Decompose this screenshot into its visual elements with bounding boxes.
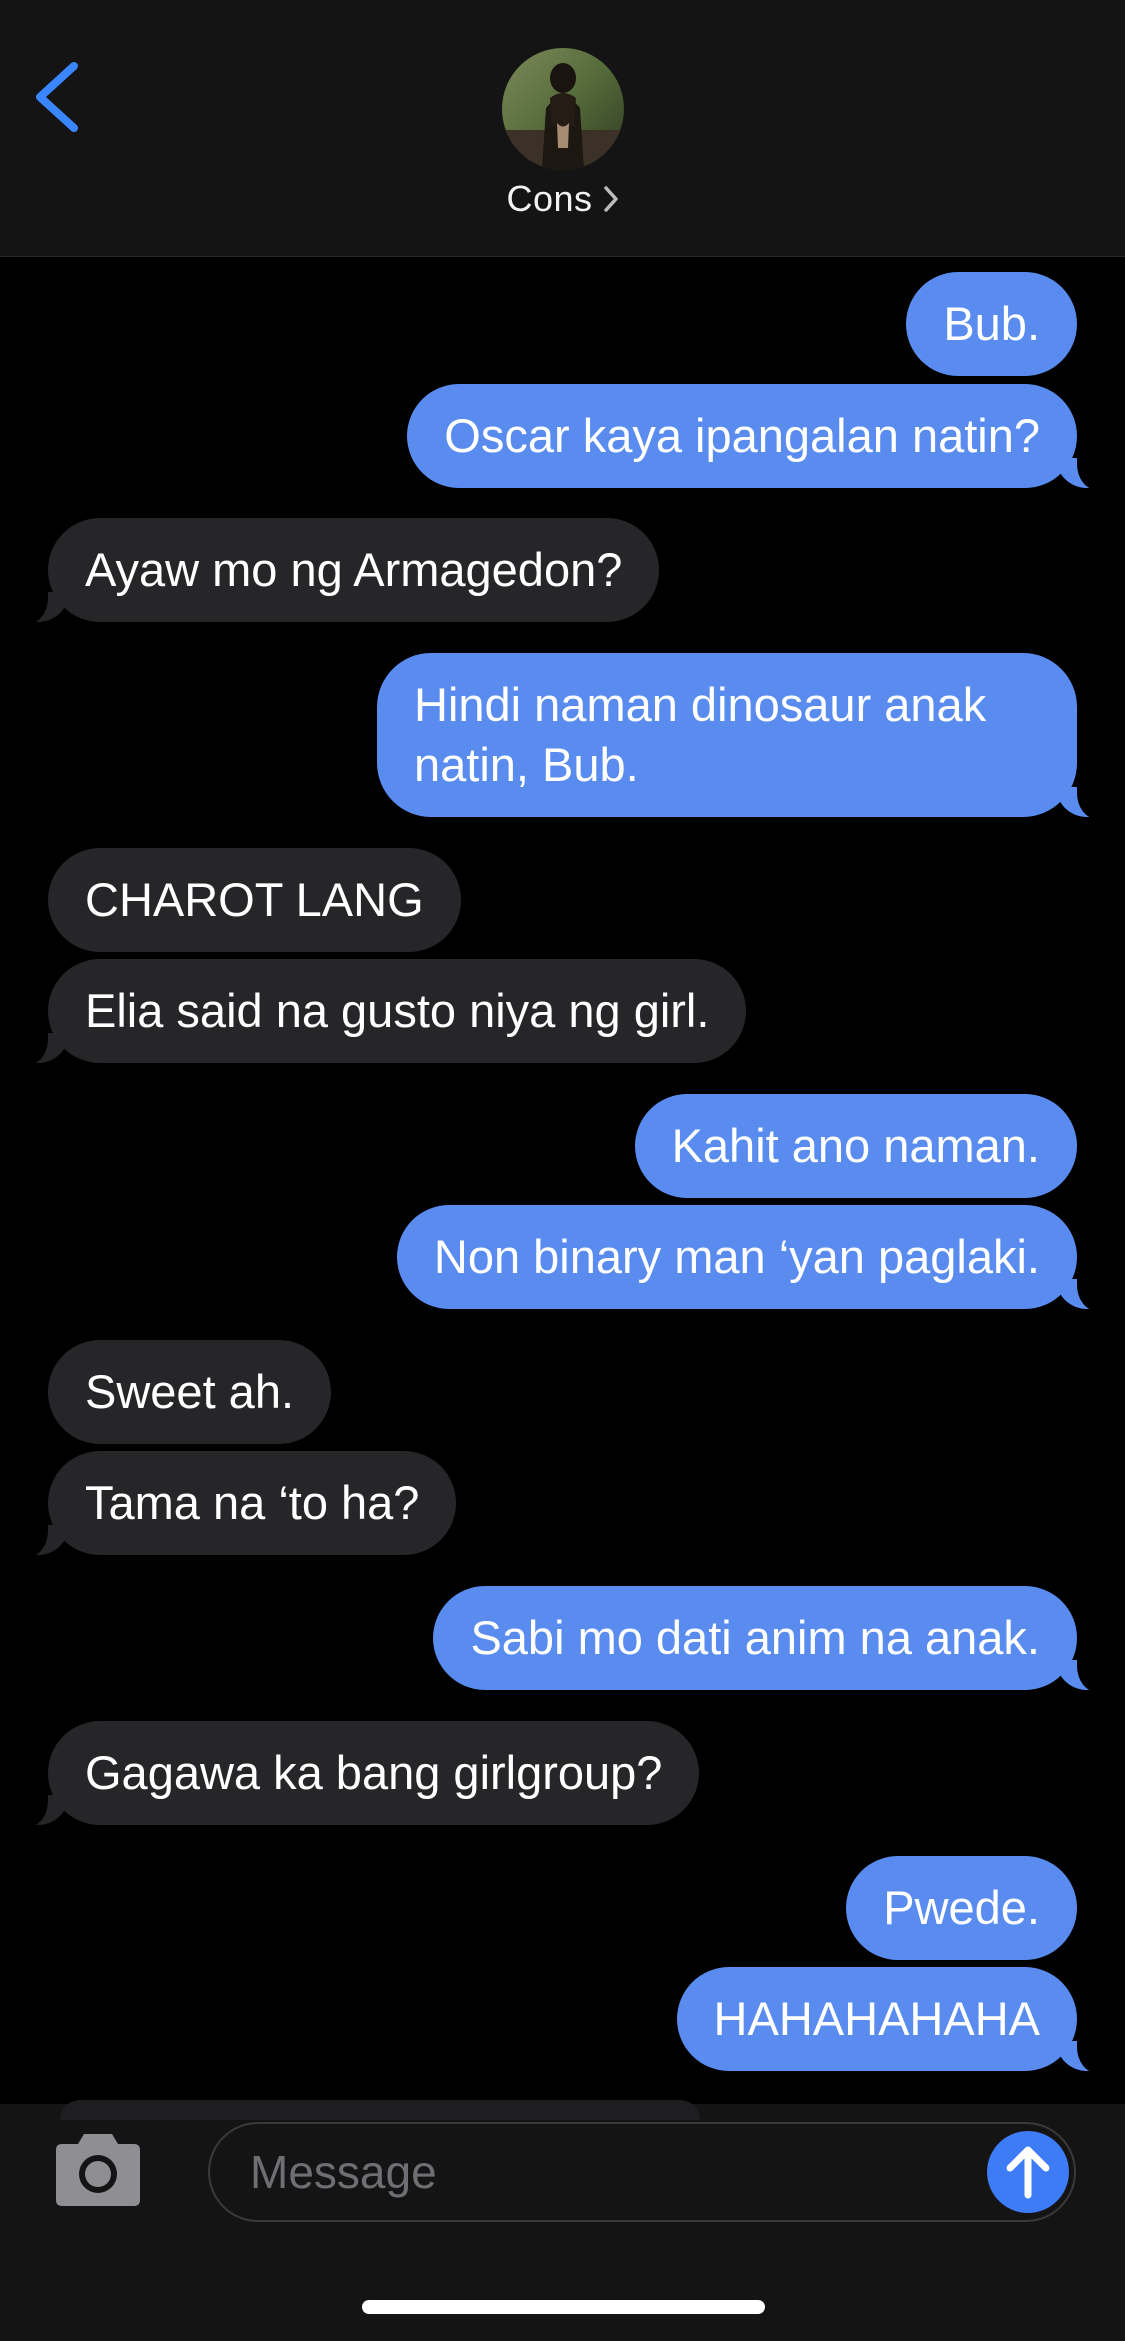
message-bubble-sent[interactable]: Bub. — [906, 272, 1077, 376]
send-button[interactable] — [987, 2131, 1069, 2213]
home-indicator[interactable] — [362, 2300, 765, 2314]
message-bubble-sent[interactable]: Oscar kaya ipangalan natin? — [407, 384, 1113, 490]
message-bubble-received[interactable]: Ayaw mo ng Armagedon? — [11, 518, 660, 624]
message-bubble-received[interactable]: Tama na ‘to ha? — [11, 1451, 457, 1557]
message-bubble-sent[interactable]: Kahit ano naman. — [634, 1094, 1077, 1198]
chevron-right-icon — [603, 180, 619, 222]
message-bubble-received[interactable]: Sweet ah. — [48, 1340, 332, 1444]
message-thread[interactable]: Bub. Oscar kaya ipangalan natin? Ayaw mo… — [0, 256, 1125, 2104]
message-bubble-sent[interactable]: Pwede. — [846, 1856, 1077, 1960]
back-button[interactable] — [30, 60, 90, 135]
message-bubble-sent[interactable]: Sabi mo dati anim na anak. — [433, 1586, 1113, 1692]
contact-name: Cons — [506, 178, 593, 219]
contact-name-button[interactable]: Cons — [0, 178, 1125, 222]
message-bubble-sent[interactable]: Non binary man ‘yan paglaki. — [396, 1205, 1114, 1311]
conversation-header: Cons — [0, 0, 1125, 257]
contact-avatar[interactable] — [502, 48, 624, 170]
chevron-left-icon — [36, 62, 78, 132]
avatar-photo — [502, 48, 624, 170]
message-bubble-received[interactable]: Elia said na gusto niya ng girl. — [11, 959, 747, 1065]
message-input[interactable] — [208, 2122, 1076, 2222]
message-bubble-received[interactable]: CHAROT LANG — [48, 848, 461, 952]
scrolled-message-edge — [60, 2100, 700, 2120]
message-bubble-sent[interactable]: Hindi naman dinosaur anak natin, Bub. — [377, 653, 1113, 819]
arrow-up-icon — [1006, 2146, 1050, 2199]
message-bubble-received[interactable]: Gagawa ka bang girlgroup? — [11, 1721, 700, 1827]
camera-button[interactable] — [50, 2130, 146, 2210]
message-bubble-sent[interactable]: HAHAHAHAHA — [676, 1967, 1114, 2073]
camera-icon — [56, 2134, 140, 2206]
